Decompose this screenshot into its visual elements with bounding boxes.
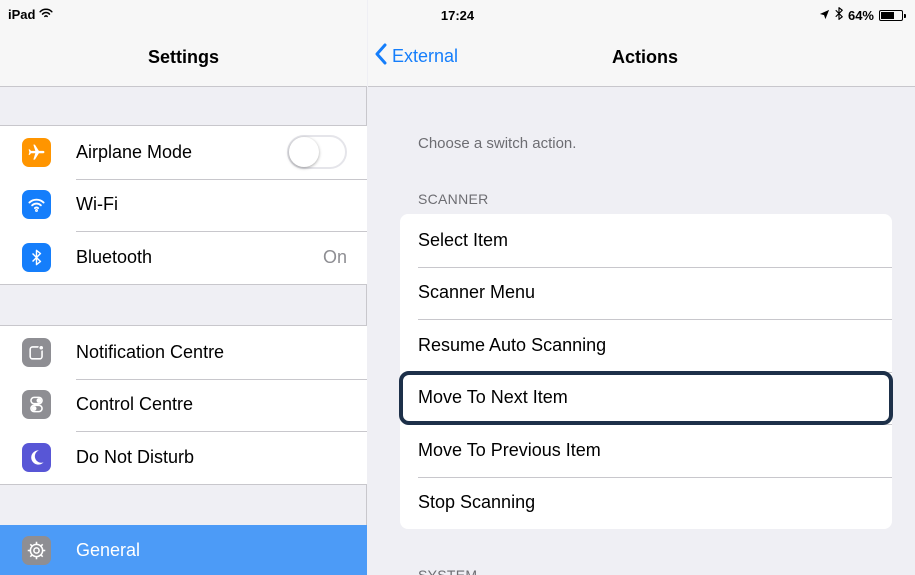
moon-icon — [22, 442, 51, 472]
sidebar-item-general[interactable]: General — [0, 525, 367, 575]
action-scanner-menu[interactable]: Scanner Menu — [400, 266, 892, 320]
notification-centre-icon — [22, 337, 51, 367]
sidebar-group-connectivity: Airplane Mode Wi-Fi Bluetooth On — [0, 125, 367, 285]
detail-nav-bar: Actions External — [368, 30, 915, 87]
action-label: Move To Next Item — [418, 387, 568, 408]
status-time: 17:24 — [440, 8, 475, 23]
actions-list: Select Item Scanner Menu Resume Auto Sca… — [399, 214, 893, 530]
battery-level — [881, 11, 894, 19]
section-header-scanner: SCANNER — [418, 191, 489, 207]
sidebar-item-do-not-disturb[interactable]: Do Not Disturb — [0, 431, 367, 484]
sidebar-item-label: Wi-Fi — [76, 194, 118, 215]
sidebar-item-wifi[interactable]: Wi-Fi — [0, 178, 367, 232]
action-label: Move To Previous Item — [418, 439, 601, 460]
action-label: Scanner Menu — [418, 282, 536, 303]
sidebar-item-notification-centre[interactable]: Notification Centre — [0, 326, 367, 379]
sidebar-item-control-centre[interactable]: Control Centre — [0, 378, 367, 432]
gear-icon — [22, 535, 51, 565]
sidebar-nav-bar: Settings — [0, 30, 367, 87]
sidebar-title: Settings — [147, 47, 219, 67]
action-move-to-previous-item[interactable]: Move To Previous Item — [400, 424, 892, 477]
sidebar-group-notifications: Notification Centre Control Centre Do No… — [0, 325, 367, 485]
status-bar: iPad 17:24 64% — [0, 0, 915, 30]
action-label: Select Item — [418, 229, 509, 250]
sidebar-item-label: Notification Centre — [76, 341, 225, 362]
location-icon — [819, 8, 830, 23]
battery-icon — [879, 9, 906, 21]
sidebar-item-label: Control Centre — [76, 394, 194, 415]
settings-sidebar: Settings Airplane Mode Wi-Fi Bluetooth O… — [0, 0, 367, 575]
action-label: Resume Auto Scanning — [418, 334, 607, 355]
section-header-system: SYSTEM — [418, 567, 478, 575]
battery-percent: 64% — [847, 7, 874, 23]
sidebar-item-label: Airplane Mode — [76, 141, 193, 162]
section-description: Choose a switch action. — [418, 135, 577, 152]
status-right: 64% — [819, 7, 906, 23]
airplane-mode-toggle[interactable] — [287, 135, 347, 170]
action-stop-scanning[interactable]: Stop Scanning — [400, 476, 892, 530]
bluetooth-status-value: On — [322, 246, 347, 267]
airplane-icon — [22, 137, 51, 167]
toggle-knob — [289, 137, 319, 168]
action-label: Stop Scanning — [418, 492, 536, 513]
bluetooth-icon — [835, 7, 843, 23]
action-select-item[interactable]: Select Item — [400, 214, 892, 267]
back-button[interactable]: External — [374, 43, 458, 70]
back-button-label: External — [392, 46, 459, 66]
chevron-left-icon — [374, 43, 388, 70]
bluetooth-icon — [22, 242, 51, 272]
detail-pane: Actions External Choose a switch action.… — [368, 0, 915, 575]
action-move-to-next-item[interactable]: Move To Next Item — [399, 370, 893, 425]
control-centre-icon — [22, 390, 51, 420]
sidebar-item-label: General — [76, 539, 141, 560]
sidebar-item-airplane-mode[interactable]: Airplane Mode — [0, 126, 367, 179]
sidebar-item-label: Do Not Disturb — [76, 446, 195, 467]
sidebar-item-label: Bluetooth — [76, 246, 153, 267]
action-resume-auto-scanning[interactable]: Resume Auto Scanning — [400, 319, 892, 372]
sidebar-item-bluetooth[interactable]: Bluetooth On — [0, 231, 367, 284]
wifi-icon — [22, 190, 51, 220]
